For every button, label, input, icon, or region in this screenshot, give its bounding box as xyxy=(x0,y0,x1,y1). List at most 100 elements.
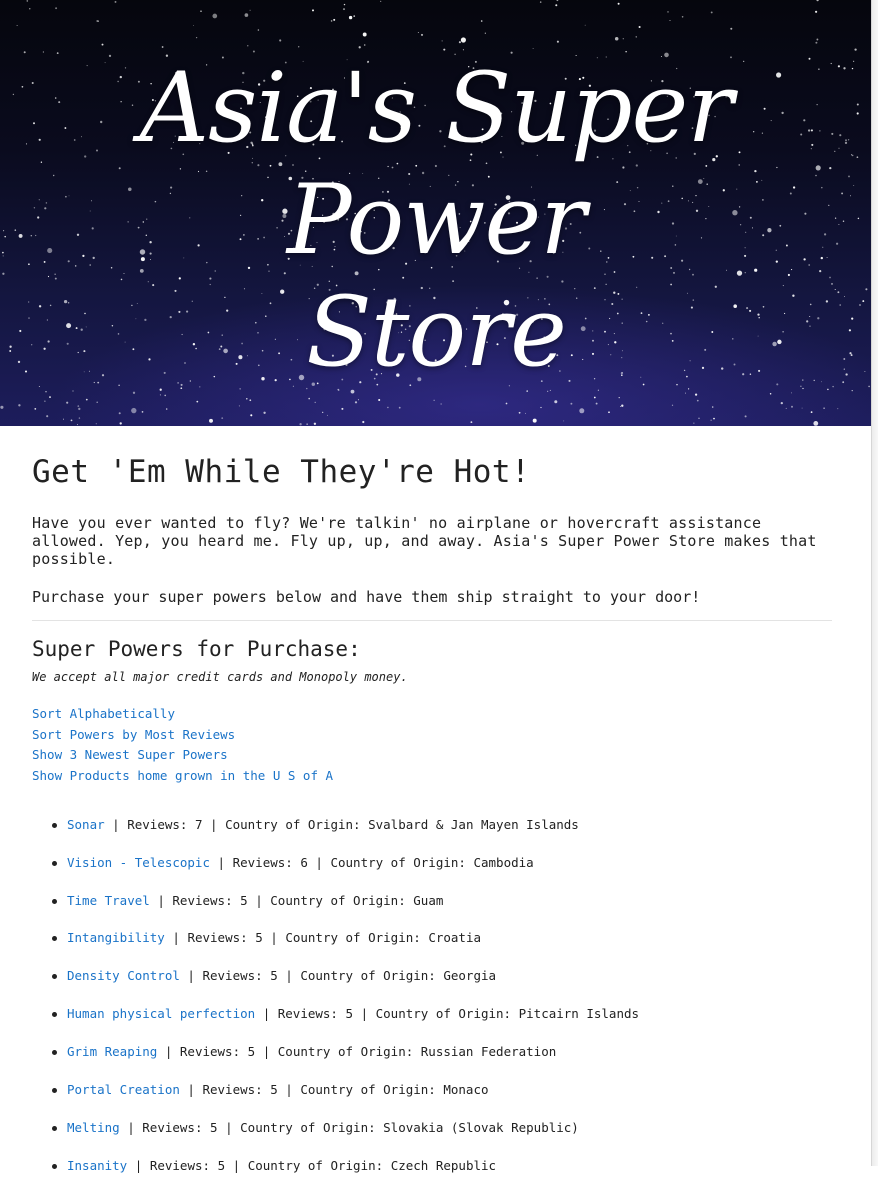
show-usa-products-link[interactable]: Show Products home grown in the U S of A xyxy=(32,766,832,787)
star xyxy=(470,421,473,424)
star xyxy=(333,18,336,21)
store-title: Asia's Super Power Store xyxy=(0,52,872,388)
product-list-item: Melting | Reviews: 5 | Country of Origin… xyxy=(52,1120,832,1136)
product-list-item: Human physical perfection | Reviews: 5 |… xyxy=(52,1006,832,1022)
star xyxy=(669,19,671,21)
star xyxy=(823,407,825,410)
star xyxy=(326,414,328,416)
review-count: 5 xyxy=(270,1082,278,1098)
star xyxy=(547,390,549,392)
show-newest-link[interactable]: Show 3 Newest Super Powers xyxy=(32,745,832,766)
star xyxy=(257,29,260,31)
separator: | xyxy=(112,816,120,832)
star xyxy=(810,411,813,413)
product-name-link[interactable]: Vision - Telescopic xyxy=(67,855,210,870)
star xyxy=(249,399,252,402)
star xyxy=(526,390,528,392)
star xyxy=(815,41,818,44)
bullet-icon xyxy=(52,860,57,866)
review-count: 5 xyxy=(255,930,263,946)
separator: | xyxy=(255,892,263,908)
star xyxy=(66,401,69,404)
star xyxy=(671,404,674,406)
star xyxy=(209,418,213,423)
bullet-icon xyxy=(52,936,57,942)
reviews-label: Reviews: xyxy=(149,1157,211,1173)
star xyxy=(802,387,804,390)
star xyxy=(532,48,534,49)
product-name-link[interactable]: Insanity xyxy=(67,1158,127,1173)
origin-label: Country of Origin: xyxy=(225,816,361,832)
section-divider xyxy=(32,620,832,621)
star xyxy=(96,401,98,404)
separator: | xyxy=(360,1006,369,1022)
star xyxy=(354,401,358,404)
star xyxy=(114,0,117,3)
separator: | xyxy=(315,854,323,870)
review-count: 6 xyxy=(300,854,308,870)
sort-by-reviews-link[interactable]: Sort Powers by Most Reviews xyxy=(32,725,832,746)
origin-label: Country of Origin: xyxy=(285,930,421,946)
window-edge xyxy=(871,0,878,1166)
product-name-link[interactable]: Sonar xyxy=(67,817,105,832)
star xyxy=(420,33,424,36)
star xyxy=(460,37,466,43)
star xyxy=(744,415,747,418)
product-list-item: Intangibility | Reviews: 5 | Country of … xyxy=(52,930,832,946)
separator: | xyxy=(285,968,293,984)
separator: | xyxy=(232,1157,241,1173)
bullet-icon xyxy=(52,974,57,980)
reviews-label: Reviews: xyxy=(127,816,188,832)
star xyxy=(249,9,251,11)
star xyxy=(617,2,620,5)
star xyxy=(132,391,136,394)
reviews-label: Reviews: xyxy=(172,892,233,908)
star xyxy=(49,396,51,399)
star xyxy=(357,399,359,401)
star xyxy=(710,11,713,14)
separator: | xyxy=(172,930,180,946)
product-name-link[interactable]: Density Control xyxy=(67,968,180,983)
star xyxy=(563,420,565,422)
star xyxy=(263,411,266,414)
star xyxy=(343,3,346,6)
product-name-link[interactable]: Melting xyxy=(67,1120,120,1135)
star xyxy=(539,1,542,3)
star xyxy=(378,398,381,402)
reviews-label: Reviews: xyxy=(179,1044,241,1060)
hero-banner: Asia's Super Power Store xyxy=(0,0,872,426)
star xyxy=(769,393,772,395)
separator: | xyxy=(262,1044,271,1060)
product-name-link[interactable]: Grim Reaping xyxy=(67,1044,157,1059)
star xyxy=(785,407,787,409)
star xyxy=(696,399,699,402)
star xyxy=(247,45,249,47)
star xyxy=(554,400,558,404)
origin-country: Cambodia xyxy=(473,854,534,870)
star xyxy=(313,422,317,425)
star xyxy=(851,390,853,392)
product-name-link[interactable]: Time Travel xyxy=(67,893,150,908)
star xyxy=(131,407,137,414)
star xyxy=(713,417,715,420)
star xyxy=(593,396,596,399)
star xyxy=(801,407,803,409)
star xyxy=(614,37,619,41)
review-count: 7 xyxy=(194,816,203,832)
star xyxy=(45,390,47,393)
reviews-label: Reviews: xyxy=(202,1082,263,1098)
product-name-link[interactable]: Human physical perfection xyxy=(67,1006,255,1021)
product-list-item: Vision - Telescopic | Reviews: 6 | Count… xyxy=(52,854,832,871)
star xyxy=(348,15,353,20)
star xyxy=(77,405,80,407)
review-count: 5 xyxy=(345,1006,354,1022)
sort-alphabetically-link[interactable]: Sort Alphabetically xyxy=(32,704,832,725)
star xyxy=(308,397,310,400)
product-list-item: Grim Reaping | Reviews: 5 | Country of O… xyxy=(52,1044,832,1060)
reviews-label: Reviews: xyxy=(232,854,293,870)
separator: | xyxy=(157,892,165,908)
product-name-link[interactable]: Intangibility xyxy=(67,930,165,945)
star xyxy=(164,394,166,397)
product-name-link[interactable]: Portal Creation xyxy=(67,1082,180,1097)
origin-country: Guam xyxy=(413,892,444,908)
